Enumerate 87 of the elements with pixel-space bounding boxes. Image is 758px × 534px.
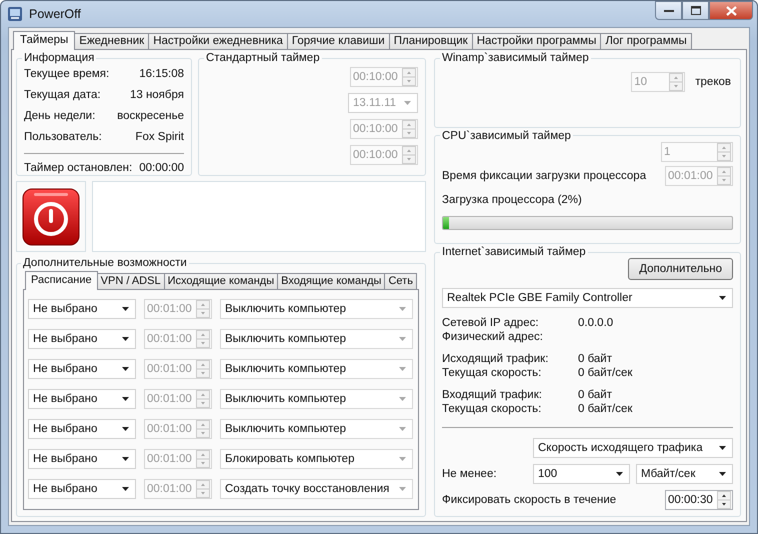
caret-icon [122, 337, 129, 341]
message-area[interactable] [92, 181, 426, 252]
caret-icon [122, 427, 129, 431]
close-button[interactable] [709, 1, 753, 20]
tab[interactable]: Настройки программы [472, 33, 602, 49]
value-dropdown[interactable]: 100 [533, 464, 630, 484]
tab[interactable]: Исходящие команды [164, 273, 278, 289]
stat-value: 0.0.0.0 [578, 316, 614, 330]
info-label: Текущая дата: [24, 88, 101, 103]
more-button[interactable]: Дополнительно [628, 258, 733, 280]
caret-icon [399, 337, 406, 341]
caret-icon [399, 307, 406, 311]
cpu-load-label: Загрузка процессора (2%) [442, 194, 582, 206]
caret-icon [122, 397, 129, 401]
info-label: Текущее время: [24, 67, 110, 82]
caret-icon [122, 307, 129, 311]
trigger-dropdown[interactable]: Не выбрано [28, 419, 136, 439]
app-icon [7, 6, 23, 22]
tab[interactable]: Таймеры [13, 31, 76, 50]
caret-icon [399, 367, 406, 371]
tab[interactable]: VPN / ADSL [96, 273, 165, 289]
tab[interactable]: Сеть [384, 273, 417, 289]
caret-icon [399, 397, 406, 401]
fix-time-label: Время фиксации загрузки процессора [442, 170, 646, 182]
caret-icon [404, 101, 411, 105]
tab[interactable]: Горячие клавиши [286, 33, 390, 49]
caret-icon [719, 472, 726, 476]
tab[interactable]: Входящие команды [277, 273, 386, 289]
maximize-button[interactable] [682, 1, 709, 20]
group-title: Дополнительные возможности [22, 257, 188, 269]
window-title: PowerOff [29, 7, 81, 21]
tab[interactable]: Расписание [25, 271, 98, 290]
caret-icon [719, 296, 726, 300]
caret-icon [399, 457, 406, 461]
caret-icon [616, 472, 623, 476]
stat-label: Текущая скорость: [442, 402, 542, 416]
trigger-dropdown[interactable]: Не выбрано [28, 359, 136, 379]
caret-icon [399, 487, 406, 491]
stat-label: Сетевой IP адрес: [442, 316, 540, 330]
caret-icon [122, 457, 129, 461]
minimize-icon [664, 8, 674, 12]
group-title: Стандартный таймер [205, 52, 321, 64]
caret-icon [719, 446, 726, 450]
tab[interactable]: Ежедневник [74, 33, 150, 49]
info-label: Пользователь: [24, 130, 102, 145]
tab[interactable]: Лог программы [600, 33, 692, 49]
tab[interactable]: Настройки ежедневника [148, 33, 288, 49]
group-title: Информация [23, 52, 96, 64]
stat-label: Физический адрес: [442, 330, 544, 344]
trigger-dropdown[interactable]: Не выбрано [28, 299, 136, 319]
trigger-dropdown[interactable]: Не выбрано [28, 449, 136, 469]
timer-value: 00:00:00 [139, 161, 184, 176]
unit-dropdown[interactable]: Мбайт/сек [636, 464, 733, 484]
stat-label: Текущая скорость: [442, 366, 542, 380]
time-field[interactable]: 00:00:30 [665, 490, 733, 510]
trigger-dropdown[interactable]: Не выбрано [28, 329, 136, 349]
trigger-dropdown[interactable]: Не выбрано [28, 479, 136, 499]
close-icon [726, 6, 736, 16]
hold-label: Фиксировать скорость в течение [442, 494, 616, 506]
info-value: воскресенье [117, 109, 184, 124]
trigger-dropdown[interactable]: Не выбрано [28, 389, 136, 409]
stat-value: 0 байт [578, 352, 612, 366]
stat-label: Исходящий трафик: [442, 352, 550, 366]
group-title: Internet`зависимый таймер [441, 246, 587, 258]
info-value: 16:15:08 [139, 67, 184, 82]
group-title: CPU`зависимый таймер [441, 130, 572, 142]
unit-label: треков [695, 76, 731, 88]
stat-value: 0 байт [578, 388, 612, 402]
mode-dropdown[interactable]: Скорость исходящего трафика [533, 438, 733, 458]
timer-status-label: Таймер остановлен: [24, 161, 132, 176]
minimize-button[interactable] [655, 1, 682, 20]
caret-icon [399, 427, 406, 431]
stat-value: 0 байт/сек [578, 366, 632, 380]
info-label: День недели: [24, 109, 96, 124]
stat-value: 0 байт/сек [578, 402, 632, 416]
stat-label: Входящий трафик: [442, 388, 543, 402]
caret-icon [122, 367, 129, 371]
group-title: Winamp`зависимый таймер [441, 52, 590, 64]
minimum-label: Не менее: [442, 468, 497, 480]
info-value: 13 ноября [130, 88, 184, 103]
tab[interactable]: Планировщик [388, 33, 473, 49]
maximize-icon [690, 6, 700, 15]
info-value: Fox Spirit [135, 130, 184, 145]
spin-arrows-icon[interactable] [717, 491, 731, 509]
caret-icon [122, 487, 129, 491]
adapter-dropdown[interactable]: Realtek PCIe GBE Family Controller [442, 288, 733, 308]
power-icon[interactable] [22, 188, 80, 246]
